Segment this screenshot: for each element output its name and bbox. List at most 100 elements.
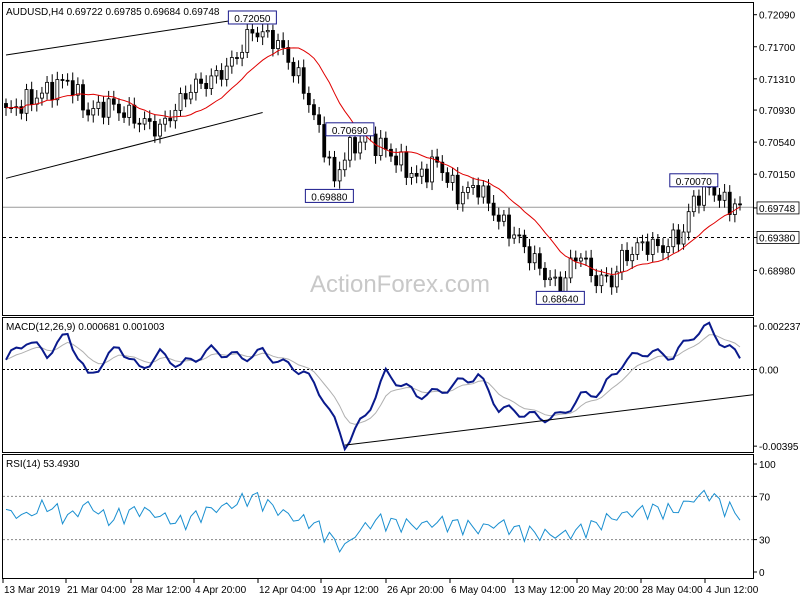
candle-body <box>327 156 332 159</box>
candle-body <box>332 156 337 182</box>
price-title: AUDUSD,H4 0.69722 0.69785 0.69684 0.6974… <box>6 7 220 18</box>
candle-body <box>183 93 188 100</box>
candle-body <box>512 234 517 239</box>
candle-body <box>527 246 532 264</box>
candle-body <box>219 70 224 80</box>
candle-body <box>137 122 142 125</box>
candle-body <box>224 65 229 80</box>
price-axis-label: 0.69380 <box>759 234 796 245</box>
time-axis-label: 28 May 04:00 <box>642 585 703 596</box>
macd-pane <box>3 321 754 452</box>
price-annotation-label: 0.70070 <box>676 177 713 188</box>
candle-body <box>271 30 275 49</box>
candle-body <box>589 257 594 277</box>
candle-body <box>424 168 429 183</box>
candle-body <box>383 137 388 150</box>
candle-body <box>491 202 496 216</box>
candle-body <box>645 241 650 255</box>
candle-body <box>276 40 280 49</box>
time-axis-label: 13 May 12:00 <box>514 585 575 596</box>
candle-body <box>152 121 157 137</box>
candle-body <box>738 203 742 206</box>
rsi-axis-label: 100 <box>759 460 776 471</box>
candle-body <box>147 118 152 122</box>
time-axis-label: 6 May 04:00 <box>451 585 506 596</box>
candle-body <box>543 267 547 281</box>
candle-body <box>625 249 629 262</box>
candle-body <box>50 81 55 101</box>
candle-body <box>265 30 270 33</box>
candle-body <box>229 57 234 67</box>
candle-body <box>553 276 558 279</box>
candle-body <box>517 234 522 237</box>
candle-body <box>594 275 599 287</box>
candle-body <box>45 81 49 94</box>
candle-body <box>301 67 306 94</box>
candle-body <box>507 214 511 239</box>
candle-body <box>445 172 450 183</box>
candle-body <box>296 67 301 77</box>
candle-body <box>635 242 640 255</box>
macd-axis-label: 0.002237 <box>759 322 800 333</box>
candle-body <box>111 98 116 105</box>
candle-body <box>727 191 732 215</box>
rsi-axis-label: 0 <box>759 568 765 579</box>
candle-body <box>609 275 614 288</box>
candle-body <box>409 172 414 178</box>
candle-body <box>317 114 322 125</box>
price-axis-label: 0.71700 <box>759 43 796 54</box>
price-pane: 0.72050 0.70690 0.69880 0.68640 0.70070 <box>3 10 753 305</box>
candle-body <box>476 185 481 198</box>
candle-body <box>322 124 327 158</box>
candle-body <box>460 191 465 205</box>
candle-body <box>640 241 645 244</box>
candle-body <box>86 109 91 116</box>
macd-pane-frame <box>2 317 754 453</box>
candle-body <box>655 238 660 247</box>
candle-body <box>455 174 460 205</box>
candle-body <box>620 249 624 273</box>
candle-body <box>348 137 352 161</box>
candle-body <box>91 108 96 116</box>
macd-axis-label: -0.00395 <box>759 442 799 453</box>
candle-body <box>204 82 209 89</box>
candle-body <box>548 277 552 281</box>
macd-trend-line <box>344 394 754 446</box>
candle-body <box>578 257 583 262</box>
rsi-axis-label: 70 <box>759 492 771 503</box>
time-axis-label: 4 Jun 12:00 <box>706 585 759 596</box>
price-annotation-label: 0.68640 <box>542 294 579 305</box>
rsi-axis-label: 30 <box>759 536 771 547</box>
price-annotation-label: 0.72050 <box>234 14 271 25</box>
price-axis-label: 0.70150 <box>759 170 796 181</box>
watermark: ActionForex.com <box>310 271 490 298</box>
candle-body <box>399 151 404 166</box>
candle-body <box>676 229 681 245</box>
macd-axis-label: 0.00 <box>759 365 779 376</box>
candle-body <box>604 274 609 277</box>
candle-body <box>4 103 8 109</box>
candle-body <box>127 104 132 118</box>
candle-body <box>681 231 686 245</box>
candle-body <box>106 98 111 118</box>
price-annotation-label: 0.69880 <box>311 192 348 203</box>
candle-body <box>142 118 147 125</box>
candle-body <box>394 155 398 166</box>
candle-body <box>117 103 121 114</box>
time-axis-label: 28 Mar 12:00 <box>132 585 191 596</box>
time-axis-label: 12 Apr 04:00 <box>259 585 316 596</box>
candle-body <box>286 47 291 63</box>
macd-main-line <box>5 321 741 452</box>
candle-body <box>471 185 475 188</box>
candle-body <box>245 29 250 53</box>
candle-body <box>214 70 219 77</box>
candle-body <box>568 257 573 279</box>
candle-body <box>666 246 671 253</box>
candle-body <box>173 109 178 122</box>
candle-body <box>235 57 239 59</box>
candle-body <box>661 245 665 253</box>
candle-body <box>573 257 578 262</box>
candle-body <box>691 195 696 213</box>
candle-body <box>178 93 183 111</box>
candle-body <box>522 234 527 248</box>
